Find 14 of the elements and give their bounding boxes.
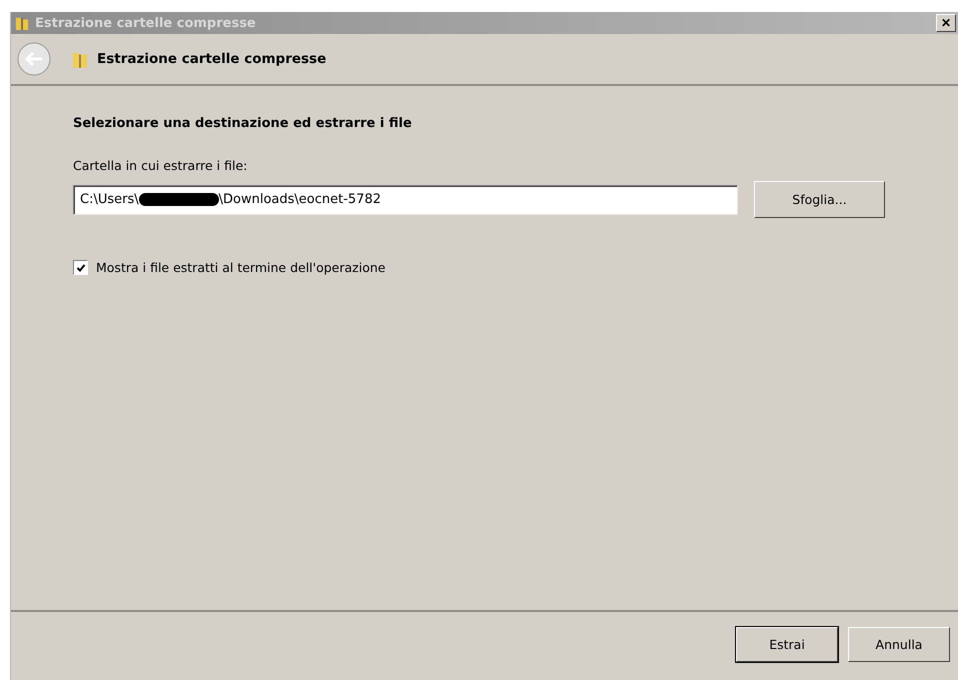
section-heading: Selezionare una destinazione ed estrarre i file <box>73 116 413 131</box>
extract-button[interactable]: Estrai <box>736 626 838 662</box>
window-title: Estrazione cartelle compresse <box>35 16 257 30</box>
checkmark-icon <box>76 262 86 272</box>
close-button[interactable]: ✕ <box>936 14 956 32</box>
browse-button[interactable]: Sfoglia... <box>754 181 885 218</box>
checkbox-label: Mostra i file estratti al termine dell'operazione <box>96 260 386 275</box>
dialog-title: Estrazione cartelle compresse <box>97 51 326 67</box>
cancel-button[interactable]: Annulla <box>848 626 950 662</box>
checkbox[interactable] <box>73 260 88 275</box>
folder-zip-icon <box>73 50 87 68</box>
folder-zip-icon <box>15 15 29 31</box>
path-field[interactable]: C:\Users\ \Downloads\eocnet-5782 <box>73 184 738 214</box>
field-label: Cartella in cui estrarre i file: <box>73 158 248 173</box>
